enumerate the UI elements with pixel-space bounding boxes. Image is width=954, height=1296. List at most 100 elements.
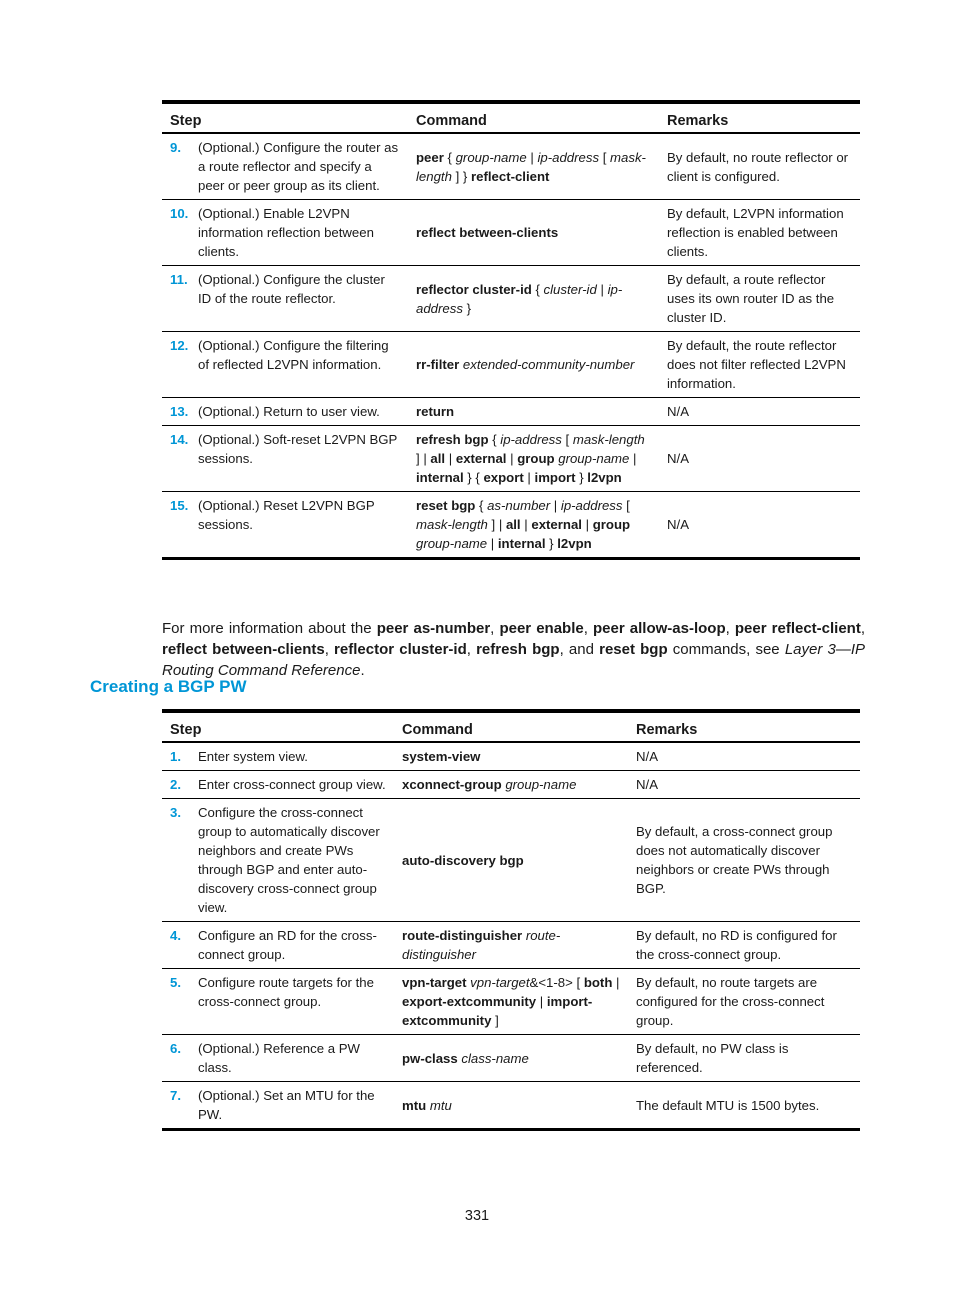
- command-token: |: [523, 470, 535, 485]
- paragraph-text-run: ,: [583, 620, 593, 637]
- step-description: (Optional.) Configure the router as a ro…: [194, 133, 408, 200]
- step-command: vpn-target vpn-target&<1-8> [ both | exp…: [394, 968, 628, 1035]
- step-command: return: [408, 397, 659, 426]
- step-remarks: By default, no route reflector or client…: [659, 133, 860, 200]
- header-step: Step: [162, 709, 394, 743]
- command-token: group-name: [505, 777, 577, 792]
- step-command: pw-class class-name: [394, 1034, 628, 1082]
- command-token: l2vpn: [557, 536, 592, 551]
- command-token: external: [531, 517, 582, 532]
- command-token: |: [520, 517, 532, 532]
- command-token: }: [462, 300, 471, 316]
- table-header-row: Step Command Remarks: [162, 100, 860, 134]
- command-token: reset bgp: [416, 498, 476, 513]
- command-token: reflect between-clients: [416, 225, 559, 240]
- command-token: {: [488, 432, 501, 447]
- step-remarks: N/A: [628, 742, 860, 771]
- document-page: Step Command Remarks 9. (Optional.) Confi…: [0, 0, 954, 1296]
- command-token: |: [581, 517, 593, 532]
- paragraph-text-run: ,: [324, 641, 335, 658]
- command-token: reflector cluster-id: [416, 281, 532, 297]
- command-token: mtu: [429, 1097, 452, 1113]
- paragraph-text-run: peer allow-as-loop: [593, 620, 726, 637]
- paragraph-text-run: peer as-number: [376, 620, 491, 637]
- command-token: ] }: [451, 168, 471, 184]
- command-token: both: [583, 975, 613, 990]
- table-row: 12. (Optional.) Configure the filtering o…: [162, 331, 860, 398]
- command-token: |: [487, 536, 498, 551]
- paragraph-text-run: ,: [860, 620, 866, 637]
- command-token: rr-filter: [416, 357, 460, 372]
- command-token: } {: [463, 470, 484, 485]
- command-token: extended-community-number: [462, 357, 635, 372]
- command-token: all: [430, 451, 446, 466]
- step-command: reflect between-clients: [408, 199, 659, 266]
- step-number: 2.: [162, 770, 194, 799]
- step-command: mtu mtu: [394, 1081, 628, 1131]
- command-token: export: [483, 470, 524, 485]
- command-token: group-name: [416, 536, 488, 551]
- step-command: refresh bgp { ip-address [ mask-length ]…: [408, 425, 659, 492]
- command-token: |: [550, 498, 561, 513]
- paragraph-text-run: reflect between-clients: [162, 641, 325, 658]
- step-remarks: By default, no RD is configured for the …: [628, 921, 860, 969]
- table-row: 14. (Optional.) Soft-reset L2VPN BGP sess…: [162, 425, 860, 492]
- paragraph-text-run: reset bgp: [599, 641, 668, 658]
- more-info-paragraph: For more information about the peer as-n…: [162, 618, 865, 681]
- command-token: ip-address: [560, 498, 623, 513]
- command-token: mask-length: [572, 432, 645, 447]
- step-description: (Optional.) Configure the filtering of r…: [194, 331, 408, 398]
- step-description: Enter system view.: [194, 742, 394, 771]
- command-token: route-distinguisher: [402, 928, 523, 943]
- step-description: Configure the cross-connect group to aut…: [194, 798, 394, 922]
- paragraph-text-run: reflector cluster-id: [334, 641, 467, 658]
- bgp-pw-steps-table: Step Command Remarks 1. Enter system view…: [162, 709, 860, 1131]
- command-token: as-number: [487, 498, 551, 513]
- step-remarks: N/A: [659, 397, 860, 426]
- command-token: group-name: [455, 149, 527, 165]
- step-number: 14.: [162, 425, 194, 492]
- step-number: 5.: [162, 968, 194, 1035]
- step-command: system-view: [394, 742, 628, 771]
- command-token: ] |: [416, 451, 431, 466]
- command-token: |: [506, 451, 518, 466]
- step-description: (Optional.) Return to user view.: [194, 397, 408, 426]
- command-token: {: [443, 149, 456, 165]
- header-remarks: Remarks: [659, 100, 860, 134]
- step-number: 6.: [162, 1034, 194, 1082]
- command-token: |: [526, 149, 538, 165]
- step-number: 10.: [162, 199, 194, 266]
- step-command: reflector cluster-id { cluster-id | ip-a…: [408, 265, 659, 332]
- command-token: auto-discovery bgp: [402, 852, 524, 868]
- command-token: {: [531, 281, 544, 297]
- command-token: }: [545, 536, 558, 551]
- command-token: |: [445, 451, 456, 466]
- paragraph-text-run: commands, see: [667, 641, 785, 658]
- step-number: 7.: [162, 1081, 194, 1131]
- command-token: group: [592, 517, 631, 532]
- table-header-row: Step Command Remarks: [162, 709, 860, 743]
- step-number: 1.: [162, 742, 194, 771]
- step-remarks: By default, a route reflector uses its o…: [659, 265, 860, 332]
- command-token: internal: [497, 536, 546, 551]
- command-token: return: [416, 404, 455, 419]
- step-description: (Optional.) Configure the cluster ID of …: [194, 265, 408, 332]
- step-command: rr-filter extended-community-number: [408, 331, 659, 398]
- step-command: reset bgp { as-number | ip-address [ mas…: [408, 491, 659, 560]
- table-row: 10. (Optional.) Enable L2VPN information …: [162, 199, 860, 266]
- table-row: 11. (Optional.) Configure the cluster ID …: [162, 265, 860, 332]
- table-row: 15. (Optional.) Reset L2VPN BGP sessions.…: [162, 491, 860, 560]
- command-token: export-extcommunity: [402, 994, 537, 1009]
- command-token: |: [536, 994, 547, 1009]
- step-remarks: N/A: [659, 425, 860, 492]
- table-row: 7. (Optional.) Set an MTU for the PW. mtu …: [162, 1081, 860, 1131]
- step-description: (Optional.) Soft-reset L2VPN BGP session…: [194, 425, 408, 492]
- page-number: 331: [464, 1208, 490, 1224]
- command-token: refresh bgp: [416, 432, 489, 447]
- step-number: 12.: [162, 331, 194, 398]
- step-description: Configure route targets for the cross-co…: [194, 968, 394, 1035]
- l2vpn-reflection-steps-table: Step Command Remarks 9. (Optional.) Confi…: [162, 100, 860, 560]
- command-token: [: [599, 149, 611, 165]
- command-token: &<1-8> [: [529, 975, 584, 990]
- table-row: 1. Enter system view. system-view N/A: [162, 742, 860, 771]
